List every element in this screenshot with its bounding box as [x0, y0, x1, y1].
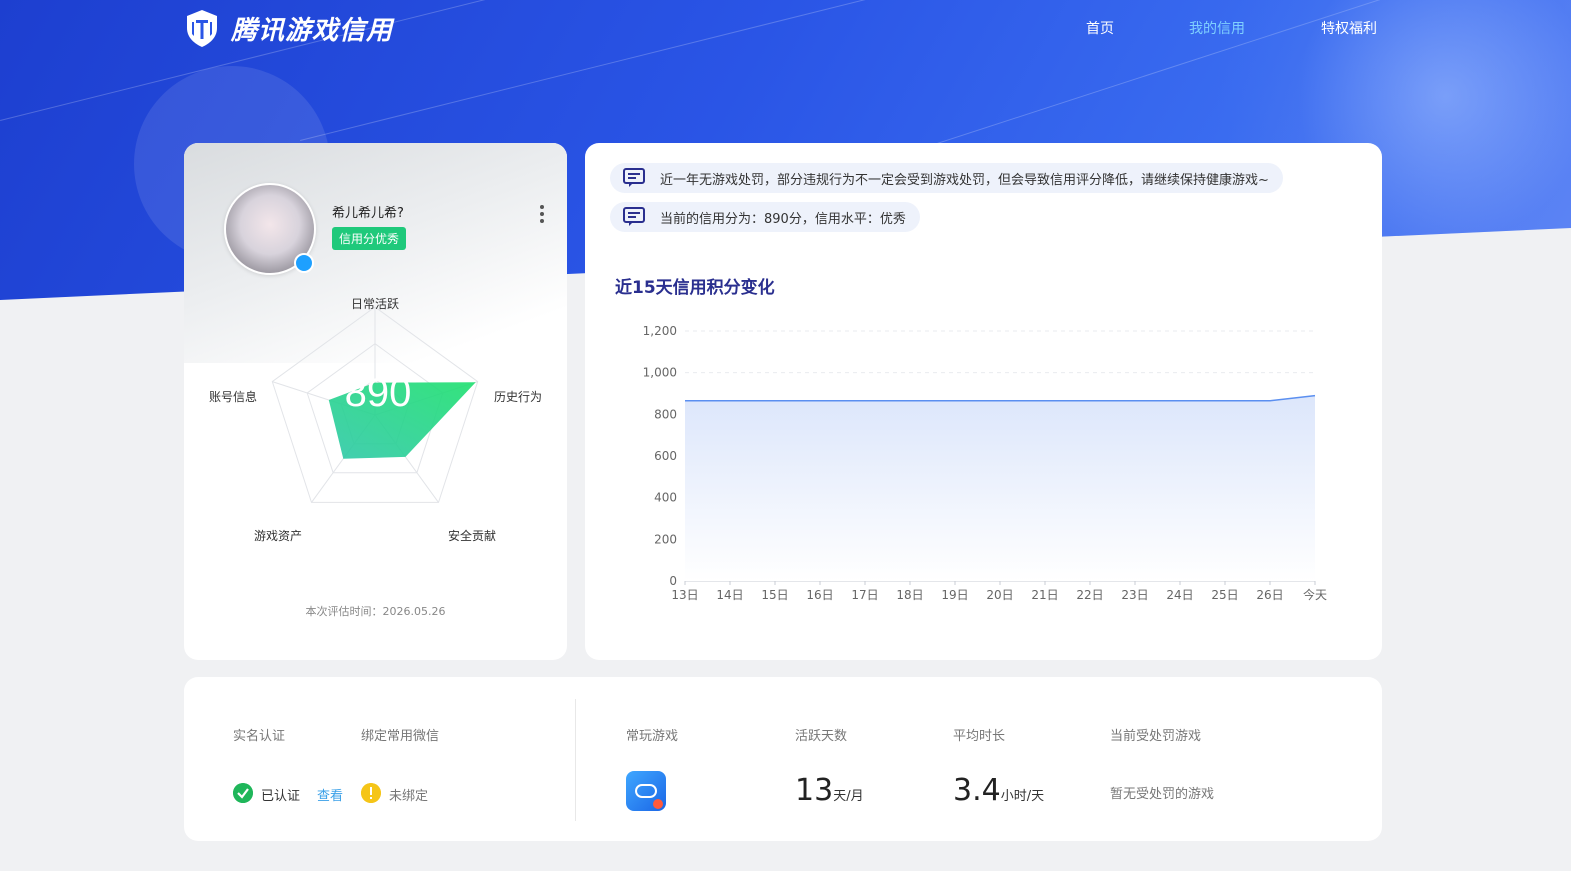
- real-name-label: 实名认证: [233, 729, 286, 744]
- avg-time-number: 3.4: [953, 773, 1001, 808]
- credit-level-badge: 信用分优秀: [332, 227, 407, 250]
- account-stats-card: 实名认证 绑定常用微信 已认证 查看 未绑定 常玩游戏 活跃天数 13天/月 平…: [184, 677, 1382, 841]
- chart-data-point[interactable]: [953, 399, 957, 403]
- radar-label-daily-activity: 日常活跃: [351, 297, 399, 311]
- avg-time-unit: 小时/天: [1000, 789, 1045, 804]
- shield-logo-icon: [187, 10, 217, 47]
- radar-label-security: 安全贡献: [448, 528, 496, 543]
- y-tick-label: 200: [654, 532, 677, 546]
- chart-data-point[interactable]: [1313, 394, 1317, 398]
- x-tick-label: 22日: [1076, 588, 1103, 602]
- chart-data-point[interactable]: [998, 399, 1002, 403]
- wechat-label: 绑定常用微信: [361, 729, 440, 744]
- brand-name: 腾讯游戏信用: [231, 15, 394, 46]
- notice-penalty: 近一年无游戏处罚，部分违规行为不一定会受到游戏处罚，但会导致信用评分降低，请继续…: [610, 163, 1283, 193]
- profile-card: 希儿希儿希? 信用分优秀 890 日常活跃 历史行为 安全贡献 游戏资产 账号信…: [184, 143, 567, 660]
- x-tick-label: 14日: [716, 588, 743, 602]
- message-icon: [623, 168, 645, 187]
- nav-my-credit[interactable]: 我的信用: [1189, 18, 1245, 38]
- chart-data-point[interactable]: [683, 399, 687, 403]
- x-tick-label: 今天: [1303, 587, 1327, 602]
- notice-score-text: 当前的信用分为：890分，信用水平：优秀: [660, 211, 906, 227]
- username: 希儿希儿希?: [332, 206, 404, 221]
- chart-data-point[interactable]: [1223, 399, 1227, 403]
- notice-penalty-text: 近一年无游戏处罚，部分违规行为不一定会受到游戏处罚，但会导致信用评分降低，请继续…: [660, 172, 1269, 188]
- radar-label-account: 账号信息: [209, 389, 257, 404]
- game-icon[interactable]: [626, 771, 666, 811]
- x-tick-label: 13日: [671, 588, 698, 602]
- avg-time-value: 3.4小时/天: [953, 773, 1044, 808]
- avg-time-label: 平均时长: [953, 729, 1006, 744]
- more-options-icon[interactable]: [537, 205, 547, 225]
- message-icon: [623, 207, 645, 226]
- real-name-status: 已认证: [261, 789, 301, 804]
- credit-score: 890: [345, 371, 412, 415]
- x-tick-label: 19日: [941, 588, 968, 602]
- nav-home[interactable]: 首页: [1086, 18, 1114, 38]
- radar-label-history: 历史行为: [494, 390, 542, 404]
- chart-data-point[interactable]: [818, 399, 822, 403]
- wechat-status: 未绑定: [389, 789, 429, 804]
- penalty-game-value: 暂无受处罚的游戏: [1110, 787, 1215, 802]
- frequent-game-label: 常玩游戏: [626, 729, 679, 744]
- check-icon: [233, 783, 253, 803]
- chart-data-point[interactable]: [773, 399, 777, 403]
- x-tick-label: 24日: [1166, 588, 1193, 602]
- qq-icon: [294, 253, 314, 273]
- view-real-name-link[interactable]: 查看: [317, 785, 343, 804]
- chart-data-point[interactable]: [1268, 399, 1272, 403]
- active-days-number: 13: [795, 773, 834, 808]
- evaluation-time: 本次评估时间：2026.05.26: [305, 605, 446, 618]
- chart-data-point[interactable]: [1178, 399, 1182, 403]
- y-tick-label: 600: [654, 449, 677, 463]
- active-days-label: 活跃天数: [795, 729, 848, 744]
- x-tick-label: 15日: [761, 588, 788, 602]
- x-tick-label: 20日: [986, 588, 1013, 602]
- chart-data-point[interactable]: [728, 399, 732, 403]
- chart-data-point[interactable]: [908, 399, 912, 403]
- chart-data-point[interactable]: [863, 399, 867, 403]
- x-tick-label: 25日: [1211, 588, 1238, 602]
- radar-chart: 890 日常活跃 历史行为 安全贡献 游戏资产 账号信息: [209, 297, 542, 543]
- x-tick-label: 18日: [896, 588, 923, 602]
- x-tick-label: 26日: [1256, 588, 1283, 602]
- active-days-value: 13天/月: [795, 773, 864, 808]
- warning-icon: [361, 783, 381, 803]
- x-tick-label: 21日: [1031, 588, 1058, 602]
- decorative-streak: [0, 0, 971, 121]
- brand-logo[interactable]: 腾讯游戏信用: [183, 8, 393, 48]
- penalty-game-label: 当前受处罚游戏: [1110, 729, 1202, 744]
- chart-data-point[interactable]: [1043, 399, 1047, 403]
- chart-area: [685, 395, 1315, 581]
- y-tick-label: 400: [654, 491, 677, 505]
- y-tick-label: 1,000: [643, 366, 677, 380]
- gamepad-icon: [635, 784, 663, 809]
- chart-title: 近15天信用积分变化: [615, 278, 775, 298]
- credit-detail-card: 近一年无游戏处罚，部分违规行为不一定会受到游戏处罚，但会导致信用评分降低，请继续…: [585, 143, 1382, 660]
- credit-trend-chart: 0 200 400 600 800 1,000 1,200 13日 14日 15日 16日 17日 18…: [643, 324, 1327, 602]
- radar-label-assets: 游戏资产: [254, 529, 302, 543]
- y-tick-label: 1,200: [643, 324, 677, 338]
- y-tick-label: 800: [654, 407, 677, 421]
- x-tick-label: 23日: [1121, 588, 1148, 602]
- active-days-unit: 天/月: [833, 789, 864, 804]
- divider: [575, 699, 576, 821]
- notice-score: 当前的信用分为：890分，信用水平：优秀: [610, 202, 920, 232]
- chart-data-point[interactable]: [1133, 399, 1137, 403]
- x-tick-label: 17日: [851, 588, 878, 602]
- y-tick-label: 0: [669, 574, 677, 588]
- nav-privileges[interactable]: 特权福利: [1321, 18, 1377, 38]
- chart-data-point[interactable]: [1088, 399, 1092, 403]
- x-tick-label: 16日: [806, 588, 833, 602]
